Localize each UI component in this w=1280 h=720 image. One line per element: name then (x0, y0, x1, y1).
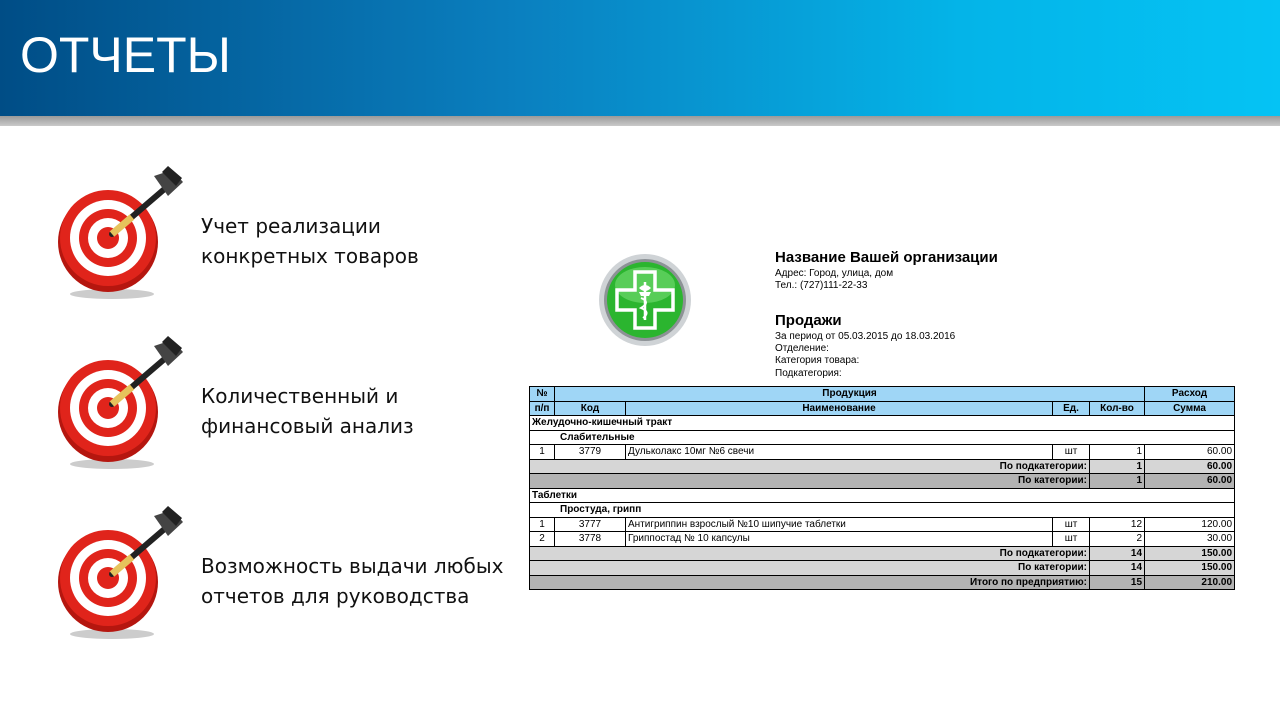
feature-text: Возможность выдачи любых отчетов для рук… (201, 551, 503, 611)
table-row: 1 3777 Антигриппин взрослый №10 шипучие … (529, 516, 1236, 532)
cell-name: Гриппостад № 10 капсулы (625, 531, 1053, 547)
subcategory-total-label: По подкатегории: (529, 545, 1090, 561)
feature-line: Учет реализации (201, 214, 381, 238)
cell-num: 1 (529, 516, 555, 532)
cell-name: Антигриппин взрослый №10 шипучие таблетк… (625, 516, 1053, 532)
col-sum: Сумма (1144, 400, 1236, 416)
subcategory-total-qty: 14 (1088, 545, 1146, 561)
category-total-label: По категории: (529, 560, 1090, 576)
grand-total-label: Итого по предприятию: (529, 574, 1090, 590)
cell-unit: шт (1052, 516, 1090, 532)
page-title: ОТЧЕТЫ (20, 27, 231, 83)
grand-total-sum: 210.00 (1144, 574, 1236, 590)
subcategory-total-sum: 150.00 (1144, 545, 1236, 561)
feature-line: Количественный и (201, 384, 399, 408)
pharmacy-cross-icon (599, 254, 691, 346)
category-total-sum: 150.00 (1144, 560, 1236, 576)
category-total-sum: 60.00 (1144, 473, 1236, 489)
cell-qty: 12 (1088, 516, 1146, 532)
target-dart-icon (58, 506, 183, 639)
feature-text: Количественный и финансовый анализ (201, 381, 414, 441)
feature-text: Учет реализации конкретных товаров (201, 211, 419, 271)
category-total-qty: 1 (1088, 473, 1146, 489)
category-row: Таблетки (528, 487, 1236, 503)
target-dart-icon (58, 336, 183, 469)
report-period: За период от 05.03.2015 до 18.03.2016 (775, 331, 956, 342)
col-unit: Ед. (1052, 400, 1090, 416)
report-title: Продажи (775, 312, 842, 329)
col-products-label: Продукция (822, 388, 877, 400)
target-dart-icon (58, 166, 183, 299)
cell-name: Дульколакс 10мг №6 свечи (625, 444, 1053, 460)
cell-code: 3778 (554, 531, 626, 547)
feature-line: Возможность выдачи любых (201, 554, 504, 578)
org-phone: Тел.: (727)111-22-33 (775, 280, 868, 291)
cell-code: 3777 (554, 516, 626, 532)
col-code: Код (554, 400, 626, 416)
table-row: 1 3779 Дульколакс 10мг №6 свечи шт 1 60.… (529, 444, 1236, 460)
cell-sum: 120.00 (1144, 516, 1236, 532)
cell-num: 1 (529, 444, 555, 460)
cell-num: 2 (529, 531, 555, 547)
banner-divider (0, 116, 1280, 126)
feature-line: отчетов для руководства (201, 584, 470, 608)
category-row: Желудочно-кишечный тракт (528, 415, 1236, 431)
feature-line: финансовый анализ (201, 414, 414, 438)
col-num-bottom: п/п (529, 400, 555, 416)
report-category: Категория товара: (775, 355, 860, 366)
col-products: Продукция (553, 386, 1146, 402)
grand-total-qty: 15 (1088, 574, 1146, 590)
report-subcategory: Подкатегория: (775, 368, 842, 379)
category-total-qty: 14 (1088, 560, 1146, 576)
table-row: 2 3778 Гриппостад № 10 капсулы шт 2 30.0… (529, 531, 1236, 547)
cell-unit: шт (1052, 444, 1090, 460)
org-name: Название Вашей организации (775, 249, 998, 266)
col-expense: Расход (1144, 386, 1236, 402)
subcategory-total-qty: 1 (1088, 458, 1146, 474)
cell-sum: 30.00 (1144, 531, 1236, 547)
cell-sum: 60.00 (1144, 444, 1236, 460)
cell-qty: 1 (1088, 444, 1146, 460)
subcategory-row: Слабительные (528, 429, 1236, 445)
cell-code: 3779 (554, 444, 626, 460)
cell-unit: шт (1052, 531, 1090, 547)
subcategory-total-sum: 60.00 (1144, 458, 1236, 474)
subcategory-row: Простуда, грипп (528, 502, 1236, 518)
col-qty: Кол-во (1088, 400, 1146, 416)
col-name: Наименование (625, 400, 1053, 416)
subcategory-total-label: По подкатегории: (529, 458, 1090, 474)
col-num-top: № (529, 386, 555, 402)
report-department: Отделение: (775, 343, 829, 354)
cell-qty: 2 (1088, 531, 1146, 547)
feature-line: конкретных товаров (201, 244, 419, 268)
org-address: Адрес: Город, улица, дом (775, 268, 894, 279)
sales-report-table: № Продукция Расход п/п Код Наименование … (528, 386, 1236, 590)
category-total-label: По категории: (529, 473, 1090, 489)
